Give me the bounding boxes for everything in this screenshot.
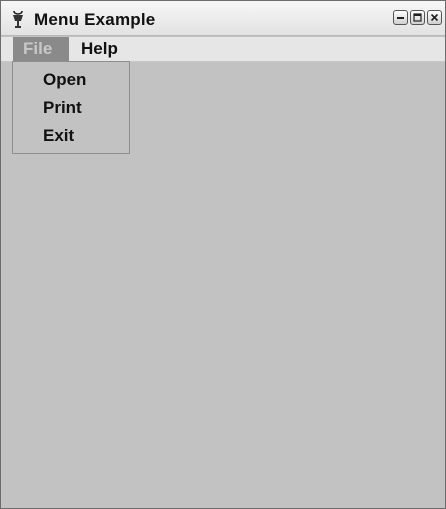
menu-help[interactable]: Help xyxy=(71,37,131,61)
menu-item-open[interactable]: Open xyxy=(13,67,129,93)
minimize-icon xyxy=(397,17,404,19)
file-menu-dropdown: Open Print Exit xyxy=(12,61,130,154)
maximize-button[interactable] xyxy=(410,10,425,25)
menu-bar: File Help xyxy=(1,37,445,62)
close-icon xyxy=(430,13,439,22)
maximize-icon xyxy=(413,13,422,22)
menu-file[interactable]: File xyxy=(13,37,69,61)
app-window: Menu Example File Help Open Print Exit xyxy=(0,0,446,509)
minimize-button[interactable] xyxy=(393,10,408,25)
applet-icon xyxy=(13,10,23,28)
menu-item-exit[interactable]: Exit xyxy=(13,123,129,149)
title-bar[interactable]: Menu Example xyxy=(1,1,445,36)
menu-item-print[interactable]: Print xyxy=(13,95,129,121)
close-button[interactable] xyxy=(427,10,442,25)
window-title: Menu Example xyxy=(34,10,156,29)
